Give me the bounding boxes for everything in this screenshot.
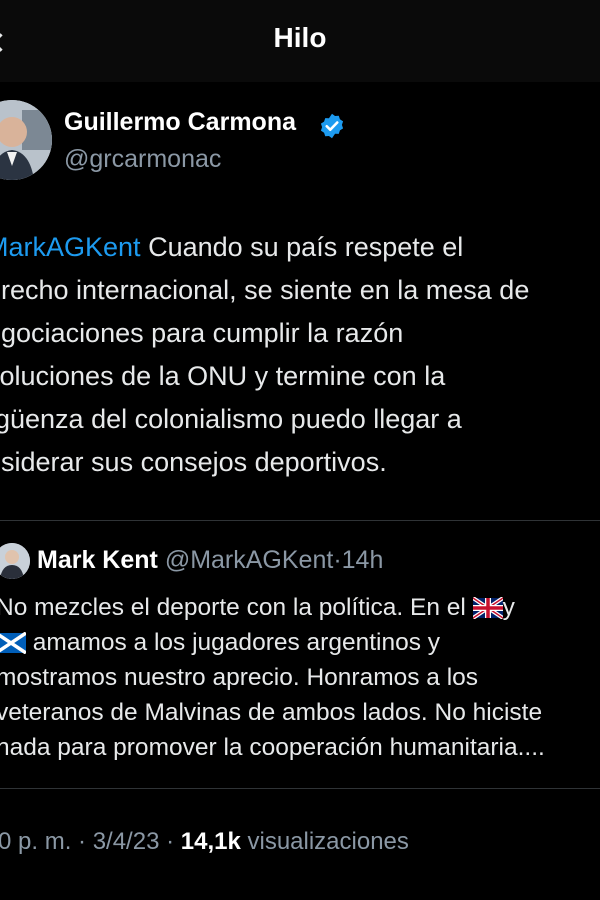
author-name[interactable]: Guillermo Carmona — [64, 108, 296, 137]
avatar-photo — [0, 100, 52, 180]
uk-flag-icon — [472, 597, 503, 619]
tweet-date[interactable]: 3/4/23 — [93, 828, 160, 855]
tweet-line: erecho internacional, se siente en la me… — [0, 275, 530, 305]
tweet-text: MarkAGKent Cuando su país respete el ere… — [0, 226, 600, 484]
quoted-line: veteranos de Malvinas de ambos lados. No… — [0, 699, 543, 726]
quoted-author-handle[interactable]: @MarkAGKent — [165, 546, 333, 574]
author-handle[interactable]: @grcarmonac — [64, 145, 221, 174]
quoted-text[interactable]: No mezcles el deporte con la política. E… — [0, 590, 600, 765]
quoted-line: nada para promover la cooperación humani… — [0, 734, 545, 761]
quoted-line: amamos a los jugadores argentinos y — [0, 625, 600, 660]
views-count[interactable]: 14,1k — [181, 828, 241, 855]
quoted-header[interactable]: Mark Kent @MarkAGKent·14h — [37, 546, 383, 575]
tweet-line: soluciones de la ONU y termine con la — [0, 361, 446, 391]
author-avatar[interactable] — [0, 100, 52, 180]
quote-card-border — [0, 520, 600, 521]
quoted-time[interactable]: 14h — [342, 546, 384, 574]
quoted-author-name[interactable]: Mark Kent — [37, 546, 158, 574]
quoted-line: mostramos nuestro aprecio. Honramos a lo… — [0, 664, 479, 691]
quoted-avatar-photo — [0, 543, 30, 579]
page-title: Hilo — [273, 22, 327, 53]
tweet-line: egociaciones para cumplir la razón — [0, 318, 404, 348]
quoted-line: No mezcles el deporte con la política. E… — [0, 594, 515, 621]
views-label: visualizaciones — [247, 828, 409, 855]
quoted-avatar[interactable] — [0, 543, 30, 579]
divider — [0, 788, 600, 789]
tweet-time[interactable]: 0 p. m. — [0, 828, 71, 855]
verified-badge-icon — [320, 113, 344, 139]
tweet-line: MarkAGKent Cuando su país respete el — [0, 226, 600, 269]
tweet-line: nsiderar sus consejos deportivos. — [0, 447, 387, 477]
thread-header: Hilo — [0, 0, 600, 82]
mention-link[interactable]: MarkAGKent — [0, 232, 141, 262]
tweet-line: rgüenza del colonialismo puedo llegar a — [0, 404, 462, 434]
tweet-meta: 0 p. m. · 3/4/23 · 14,1k visualizaciones — [0, 828, 409, 855]
separator-dot: · — [333, 546, 342, 574]
scotland-flag-icon — [0, 632, 26, 654]
